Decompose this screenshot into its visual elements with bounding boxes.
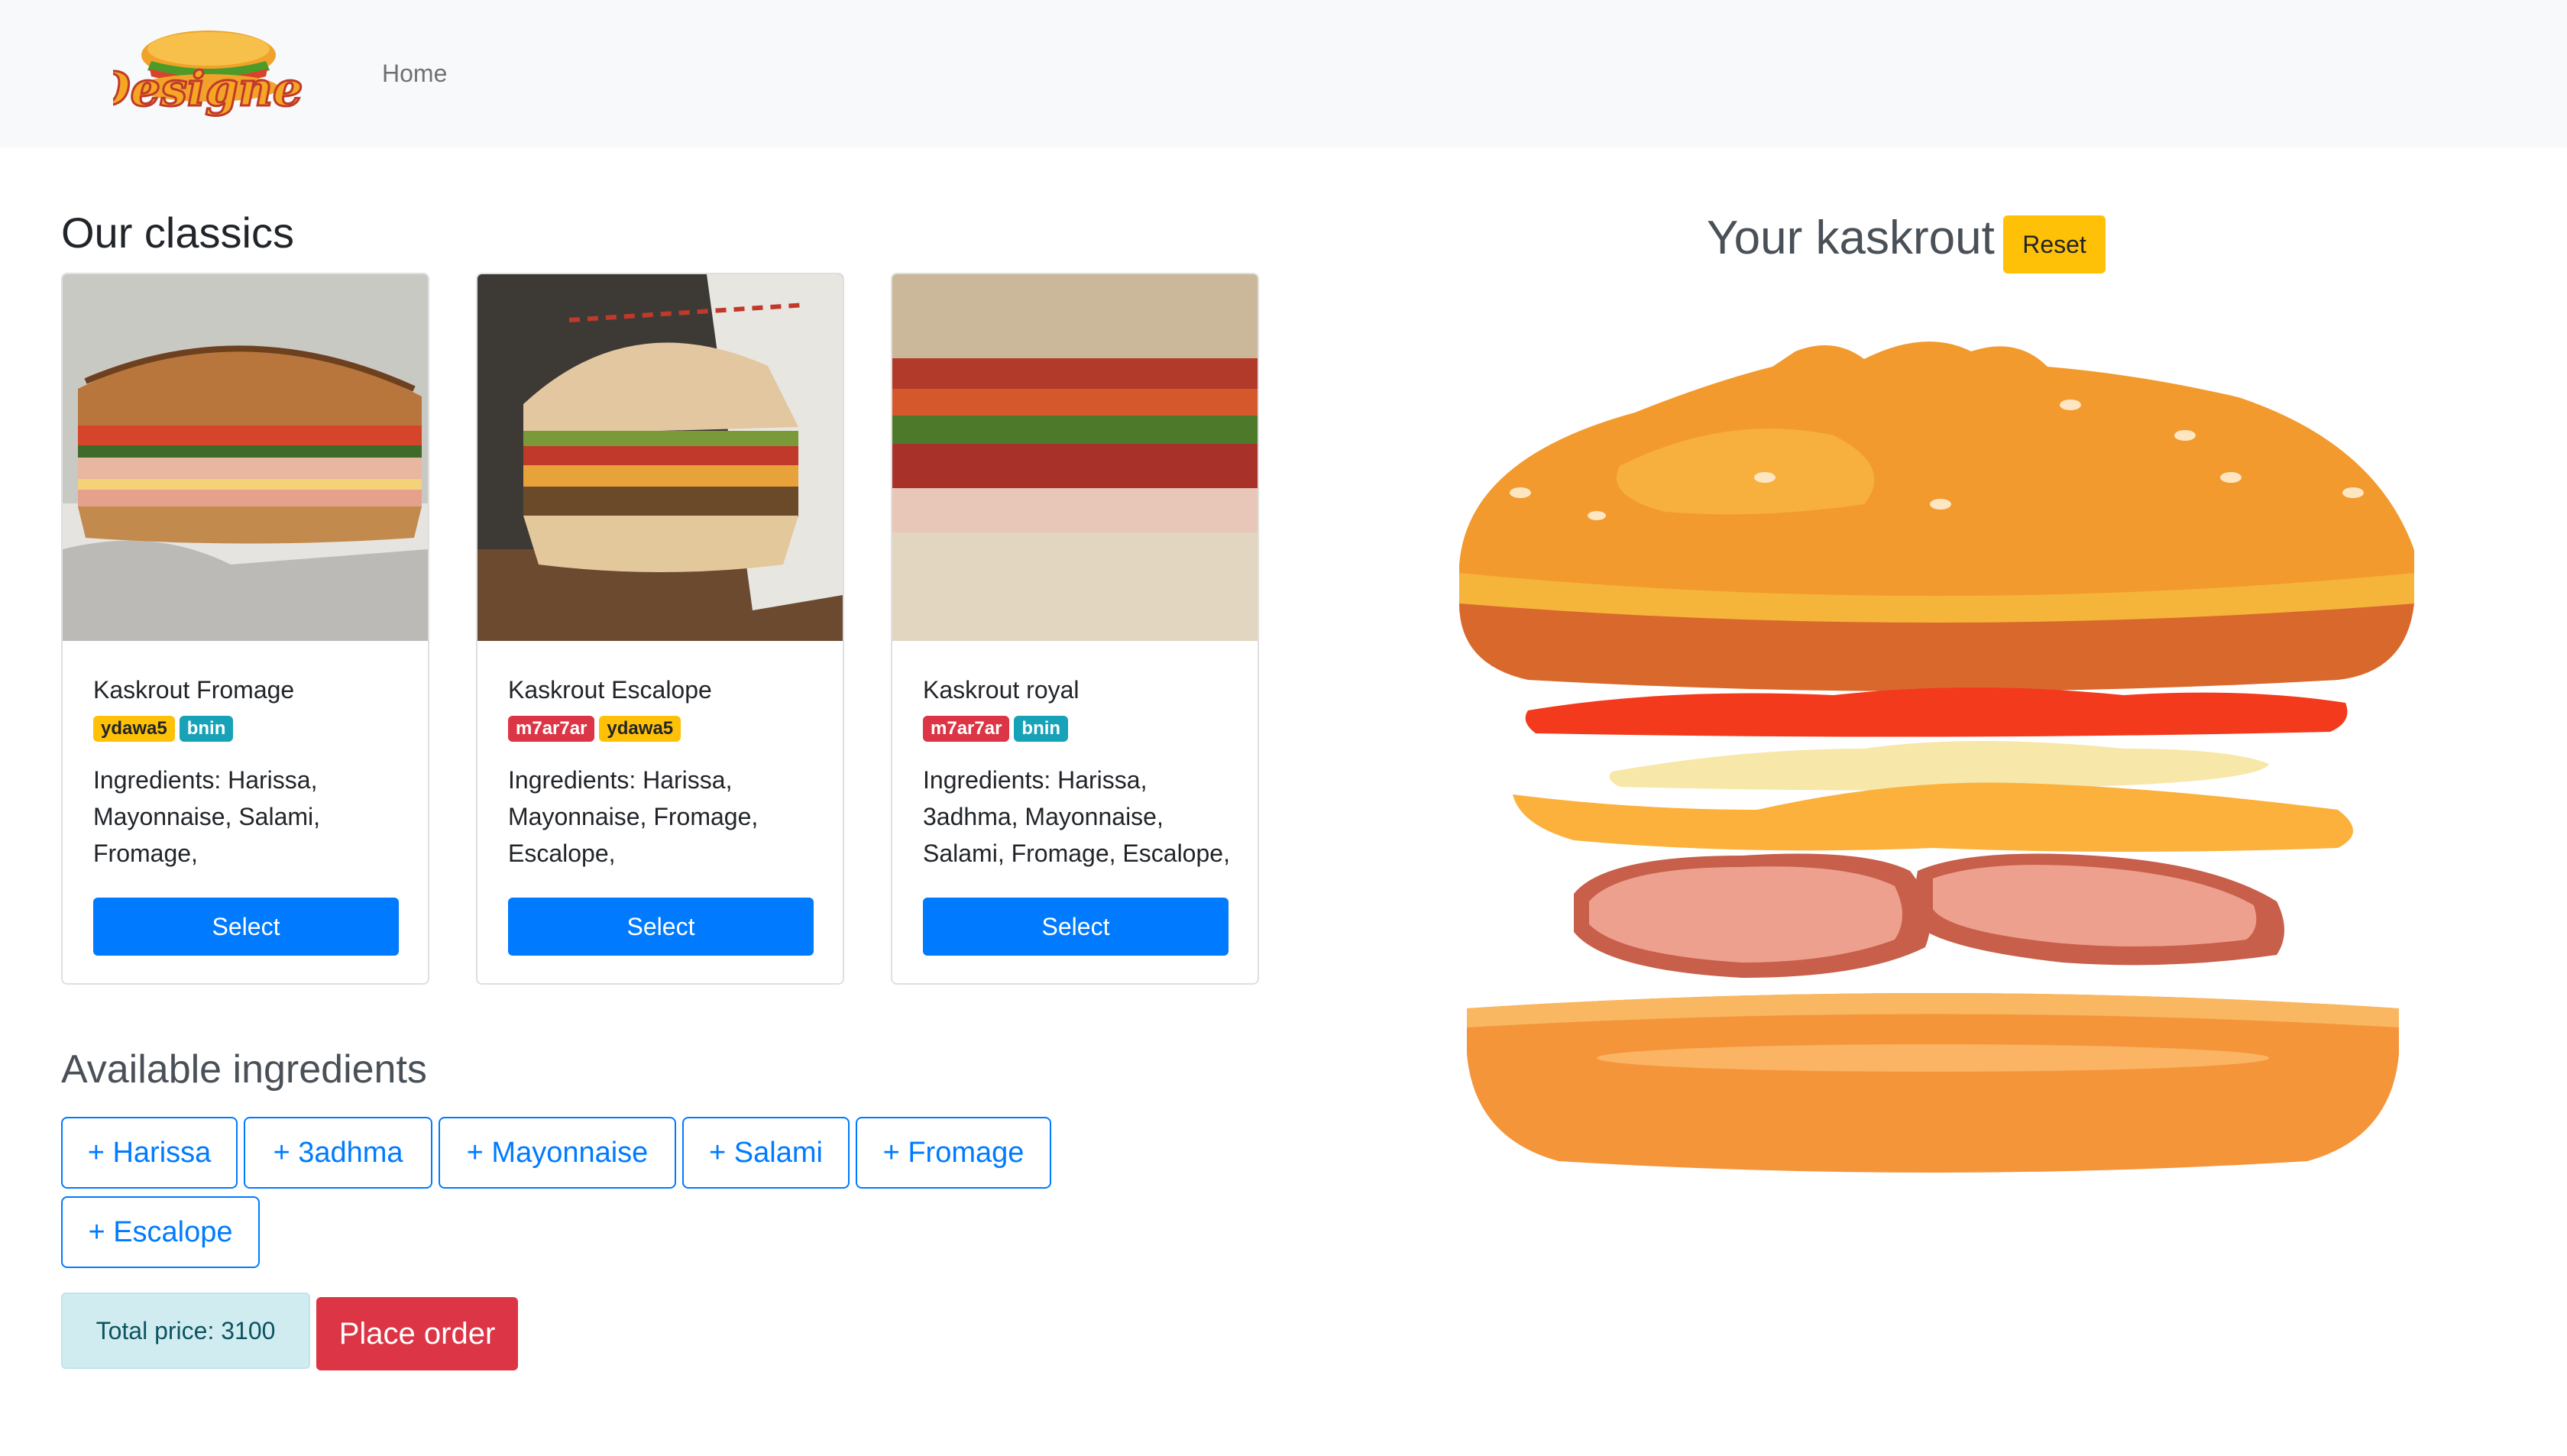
card-badges: m7ar7ar bnin: [923, 716, 1073, 743]
kaskrout-preview: [1459, 341, 2414, 1173]
ingredients-heading: Available ingredients: [61, 1047, 427, 1092]
bottom-bun: [1467, 993, 2399, 1173]
reset-button[interactable]: Reset: [2003, 215, 2106, 273]
place-order-button[interactable]: Place order: [316, 1297, 518, 1370]
badge: ydawa5: [93, 716, 175, 742]
classic-card: Kaskrout royal m7ar7ar bnin Ingredients: …: [891, 273, 1259, 985]
classic-card: Kaskrout Escalope m7ar7ar ydawa5 Ingredie…: [476, 273, 844, 985]
badge: bnin: [179, 716, 234, 742]
card-title: Kaskrout Escalope: [508, 676, 712, 704]
card-title: Kaskrout royal: [923, 676, 1080, 704]
add-escalope-button[interactable]: + Escalope: [61, 1196, 260, 1268]
card-title: Kaskrout Fromage: [93, 676, 295, 704]
harissa-layer: [1525, 688, 2348, 737]
badge: m7ar7ar: [508, 716, 595, 742]
badge: bnin: [1014, 716, 1069, 742]
classics-heading: Our classics: [61, 209, 294, 257]
navbar: Designer Home: [0, 0, 2567, 147]
classic-card: Kaskrout Fromage ydawa5 bnin Ingredients:…: [61, 273, 429, 985]
total-price: Total price: 3100: [61, 1293, 310, 1369]
select-button[interactable]: Select: [923, 898, 1228, 956]
add-3adhma-button[interactable]: + 3adhma: [244, 1117, 432, 1189]
nav-home-link[interactable]: Home: [382, 60, 447, 88]
fromage-layer: [1513, 782, 2353, 852]
salami-layer: [1574, 853, 2284, 978]
designer-logo[interactable]: Designer: [113, 15, 304, 130]
card-ingredients: Ingredients: Harissa, 3adhma, Mayonnaise…: [923, 766, 1230, 867]
card-badges: m7ar7ar ydawa5: [508, 716, 685, 743]
svg-text:Designer: Designer: [113, 61, 304, 117]
sandwich-photo: [63, 274, 428, 641]
select-button[interactable]: Select: [508, 898, 814, 956]
badge: ydawa5: [599, 716, 681, 742]
card-ingredients: Ingredients: Harissa, Mayonnaise, Salami…: [93, 766, 321, 867]
add-mayonnaise-button[interactable]: + Mayonnaise: [439, 1117, 676, 1189]
badge: m7ar7ar: [923, 716, 1010, 742]
add-harissa-button[interactable]: + Harissa: [61, 1117, 238, 1189]
top-bun: [1459, 341, 2414, 691]
select-button[interactable]: Select: [93, 898, 399, 956]
add-salami-button[interactable]: + Salami: [682, 1117, 850, 1189]
builder-heading: Your kaskrout: [1707, 212, 1995, 264]
sandwich-photo: [477, 274, 843, 641]
sandwich-photo: [892, 274, 1258, 641]
card-ingredients: Ingredients: Harissa, Mayonnaise, Fromag…: [508, 766, 759, 867]
card-badges: ydawa5 bnin: [93, 716, 238, 743]
add-fromage-button[interactable]: + Fromage: [856, 1117, 1051, 1189]
mayonnaise-layer: [1609, 741, 2269, 791]
